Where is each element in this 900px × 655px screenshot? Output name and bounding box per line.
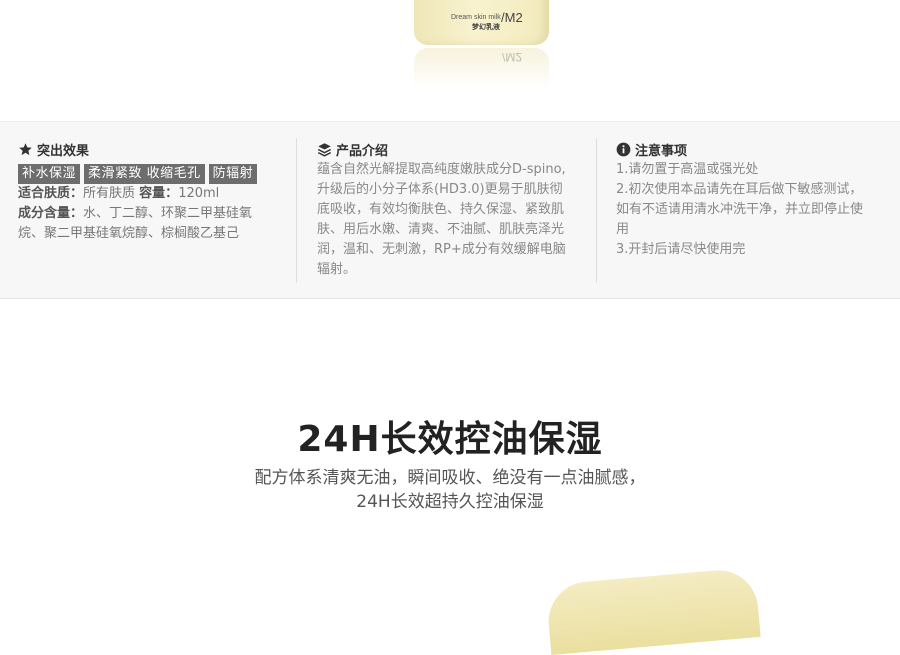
intro-section: 产品介绍 蕴含自然光解提取高纯度嫩肤成分D-spino, 升级后的小分子体系(H… [317, 140, 585, 280]
notes-title: 注意事项 [616, 140, 886, 159]
column-divider [596, 138, 597, 283]
skin-label: 适合肤质： [18, 186, 84, 201]
intro-line: 升级后的小分子体系(HD3.0)更易于肌肤彻 [317, 182, 563, 197]
notes-line: 如有不适请用清水冲洗干净，并立即停止使 [616, 202, 864, 217]
effect-tag: 柔滑紧致 收缩毛孔 [84, 164, 205, 184]
notes-line: 3.开封后请尽快使用完 [616, 242, 746, 257]
volume-value: 120ml [178, 186, 220, 201]
product-bottle-bottom [545, 566, 761, 655]
intro-line: 润，温和、无刺激，RP+成分有效缓解电脑 [317, 242, 566, 257]
notes-title-text: 注意事项 [635, 143, 688, 159]
intro-line: 辐射。 [317, 262, 357, 277]
highlights-section: 突出效果 补水保湿 柔滑紧致 收缩毛孔 防辐射 适合肤质：所有肤质 容量：120… [18, 140, 280, 244]
skin-volume-row: 适合肤质：所有肤质 容量：120ml [18, 184, 280, 204]
column-divider [296, 138, 297, 283]
bottle-chinese-label: 梦幻乳液 [472, 23, 500, 31]
bottle-reflection: /M2 [414, 48, 549, 88]
ingredients-row-2: 烷、聚二甲基硅氧烷醇、棕榈酸乙基己 [18, 224, 280, 244]
intro-line: 蕴含自然光解提取高纯度嫩肤成分D-spino, [317, 162, 566, 177]
effect-tag: 防辐射 [208, 164, 258, 184]
reflection-model-label: /M2 [502, 50, 523, 64]
intro-line: 底吸收，有效均衡肤色、持久保湿、紧致肌 [317, 202, 565, 217]
star-icon [19, 142, 32, 155]
notes-line: 1.请勿置于高温或强光处 [616, 162, 759, 177]
feature-headline: 24H长效控油保湿 [297, 419, 603, 460]
intro-title-text: 产品介绍 [336, 143, 389, 159]
bottle-english-label: Dream skin milk [451, 14, 501, 21]
intro-line: 肤、用后水嫩、清爽、不油腻、肌肤亮泽光 [317, 222, 565, 237]
intro-title: 产品介绍 [317, 140, 585, 159]
effect-tag: 补水保湿 [18, 164, 81, 184]
notes-section: 注意事项 1.请勿置于高温或强光处 2.初次使用本品请先在耳后做下敏感测试， 如… [616, 140, 886, 260]
intro-text: 蕴含自然光解提取高纯度嫩肤成分D-spino, 升级后的小分子体系(HD3.0)… [317, 160, 585, 280]
ingredients-value-1: 水、丁二醇、环聚二甲基硅氧 [83, 206, 253, 221]
product-bottle: Dream skin milk 梦幻乳液 /M2 [414, 0, 549, 45]
notes-line: 2.初次使用本品请先在耳后做下敏感测试， [616, 182, 863, 197]
bottle-model-label: /M2 [501, 10, 523, 25]
product-info-band: 突出效果 补水保湿 柔滑紧致 收缩毛孔 防辐射 适合肤质：所有肤质 容量：120… [0, 121, 900, 299]
layers-icon [317, 142, 332, 157]
volume-label: 容量： [139, 186, 179, 201]
info-icon [616, 142, 631, 156]
feature-subtitle-line-1: 配方体系清爽无油，瞬间吸收、绝没有一点油腻感， [254, 468, 646, 488]
highlights-title-text: 突出效果 [37, 143, 90, 159]
effect-tags: 补水保湿 柔滑紧致 收缩毛孔 防辐射 [18, 164, 280, 184]
feature-subtitle-line-2: 24H长效超持久控油保湿 [356, 492, 544, 512]
notes-text: 1.请勿置于高温或强光处 2.初次使用本品请先在耳后做下敏感测试， 如有不适请用… [616, 160, 886, 260]
product-image-top: Dream skin milk 梦幻乳液 /M2 /M2 [0, 0, 900, 120]
notes-line: 用 [616, 222, 630, 237]
ingredients-row: 成分含量：水、丁二醇、环聚二甲基硅氧 [18, 204, 280, 224]
skin-value: 所有肤质 [83, 186, 136, 201]
ingredients-label: 成分含量： [18, 206, 84, 221]
highlights-title: 突出效果 [18, 140, 280, 159]
ingredients-value-2: 烷、聚二甲基硅氧烷醇、棕榈酸乙基己 [18, 226, 240, 241]
